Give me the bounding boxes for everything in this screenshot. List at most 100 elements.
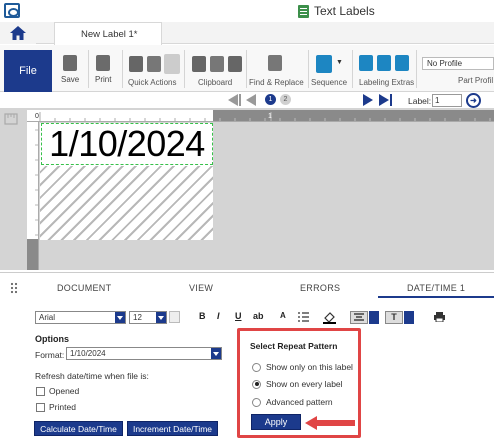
title-bar: [0, 0, 494, 22]
font-family-select[interactable]: Arial: [35, 311, 126, 324]
ribbon-divider: [88, 50, 89, 88]
paste-icon[interactable]: [228, 56, 242, 72]
repeat-option-label: Show on every label: [266, 379, 343, 389]
bold-button[interactable]: B: [199, 311, 206, 321]
panel-grip-icon[interactable]: [10, 282, 18, 294]
apply-button[interactable]: Apply: [251, 414, 301, 430]
options-heading: Options: [35, 334, 69, 344]
italic-button[interactable]: I: [217, 311, 220, 321]
go-to-label-button[interactable]: ➜: [466, 93, 481, 108]
label-extras-icon-2[interactable]: [377, 55, 391, 71]
text-labels-icon: [298, 4, 309, 18]
active-tab-indicator: [378, 296, 494, 298]
opened-checkbox[interactable]: [36, 386, 45, 396]
ruler-mark-1: 1: [268, 113, 272, 120]
chevron-down-icon: [156, 312, 166, 323]
save-icon: [63, 55, 78, 71]
clipboard-label: Clipboard: [198, 78, 233, 87]
printed-checkbox-row[interactable]: Printed: [36, 402, 76, 412]
print-label: Print: [95, 75, 112, 84]
previous-page-icon: [246, 94, 256, 106]
window-title: Text Labels: [298, 3, 375, 19]
app-title: Text Labels: [314, 4, 375, 18]
red-arrow-icon: [305, 416, 355, 430]
arrow-right-icon: ➜: [470, 96, 477, 105]
chevron-down-icon: [115, 312, 125, 323]
vertical-align-dropdown[interactable]: [404, 311, 414, 324]
tab-view[interactable]: VIEW: [189, 283, 213, 293]
copy-icon[interactable]: [210, 56, 224, 72]
vertical-align-button[interactable]: T: [385, 311, 403, 324]
file-button[interactable]: File: [4, 50, 52, 92]
repeat-option-label: Show only on this label: [266, 362, 353, 372]
list-icon[interactable]: [298, 312, 309, 324]
print-button[interactable]: Print: [95, 55, 111, 84]
radio-button[interactable]: [252, 397, 261, 407]
trash-icon[interactable]: [129, 56, 143, 72]
format-value: 1/10/2024: [70, 349, 106, 358]
format-label: Format:: [35, 350, 65, 360]
save-label: Save: [61, 75, 80, 84]
repeat-pattern-heading: Select Repeat Pattern: [250, 341, 338, 351]
repeat-option-this-label[interactable]: Show only on this label: [252, 362, 353, 372]
page-1-button[interactable]: 1: [265, 94, 276, 105]
align-button[interactable]: [350, 311, 368, 324]
sequence-label: Sequence: [311, 78, 348, 87]
date-time-object[interactable]: 1/10/2024: [41, 123, 213, 165]
opened-checkbox-row[interactable]: Opened: [36, 386, 79, 396]
radio-button-selected[interactable]: [252, 379, 261, 389]
chevron-down-icon[interactable]: ▼: [336, 59, 343, 66]
scissors-icon[interactable]: [192, 56, 206, 72]
tab-document[interactable]: DOCUMENT: [57, 283, 111, 293]
print-settings-icon[interactable]: [434, 312, 445, 324]
radio-button[interactable]: [252, 362, 261, 372]
strikethrough-button[interactable]: ab: [253, 311, 264, 321]
first-page-icon: [228, 94, 238, 106]
binoculars-icon[interactable]: [268, 55, 282, 71]
sequence-icon[interactable]: [316, 55, 332, 73]
home-button[interactable]: [0, 22, 36, 44]
next-page-button[interactable]: [363, 94, 373, 106]
ribbon-divider: [308, 50, 309, 88]
format-select[interactable]: 1/10/2024: [66, 347, 222, 360]
ribbon-divider: [246, 50, 247, 88]
tab-date-time-1[interactable]: DATE/TIME 1: [407, 283, 465, 293]
label-number-caption: Label:: [408, 96, 432, 106]
chevron-down-icon: [211, 348, 221, 359]
increment-date-time-button[interactable]: Increment Date/Time: [127, 421, 218, 436]
find-replace-label[interactable]: Find & Replace: [249, 78, 304, 87]
profile-select[interactable]: No Profile: [422, 57, 494, 70]
opened-label: Opened: [49, 386, 80, 396]
repeat-option-every-label[interactable]: Show on every label: [252, 379, 343, 389]
vertical-ruler: [27, 122, 39, 270]
repeat-option-advanced[interactable]: Advanced pattern: [252, 397, 333, 407]
ruler-settings-icon[interactable]: [4, 112, 20, 126]
save-button[interactable]: Save: [61, 55, 79, 84]
font-size-value: 12: [133, 313, 142, 322]
label-number-input[interactable]: 1: [432, 94, 462, 107]
label-extras-icon-1[interactable]: [359, 55, 373, 71]
fill-color-icon[interactable]: [323, 311, 336, 326]
font-scale-icon[interactable]: [169, 311, 180, 323]
previous-page-button[interactable]: [246, 94, 256, 106]
page-2-button[interactable]: 2: [280, 94, 291, 105]
printed-checkbox[interactable]: [36, 402, 45, 412]
ribbon-divider: [416, 50, 417, 88]
next-page-icon: [363, 94, 373, 106]
calculate-date-time-button[interactable]: Calculate Date/Time: [34, 421, 123, 436]
align-dropdown[interactable]: [369, 311, 379, 324]
letter-spacing-button[interactable]: A: [280, 311, 286, 320]
pointer-icon[interactable]: [164, 54, 180, 74]
tab-new-label-1[interactable]: New Label 1*: [54, 22, 162, 45]
last-page-button[interactable]: [379, 94, 392, 106]
first-page-button[interactable]: [228, 94, 241, 106]
tab-errors[interactable]: ERRORS: [300, 283, 340, 293]
brush-icon[interactable]: [147, 56, 161, 72]
repeat-option-label: Advanced pattern: [266, 397, 333, 407]
printed-label: Printed: [49, 402, 76, 412]
underline-button[interactable]: U: [235, 311, 242, 321]
ribbon-divider: [184, 50, 185, 88]
label-extras-icon-3[interactable]: [395, 55, 409, 71]
font-size-select[interactable]: 12: [129, 311, 167, 324]
app-logo-icon: [4, 3, 20, 18]
